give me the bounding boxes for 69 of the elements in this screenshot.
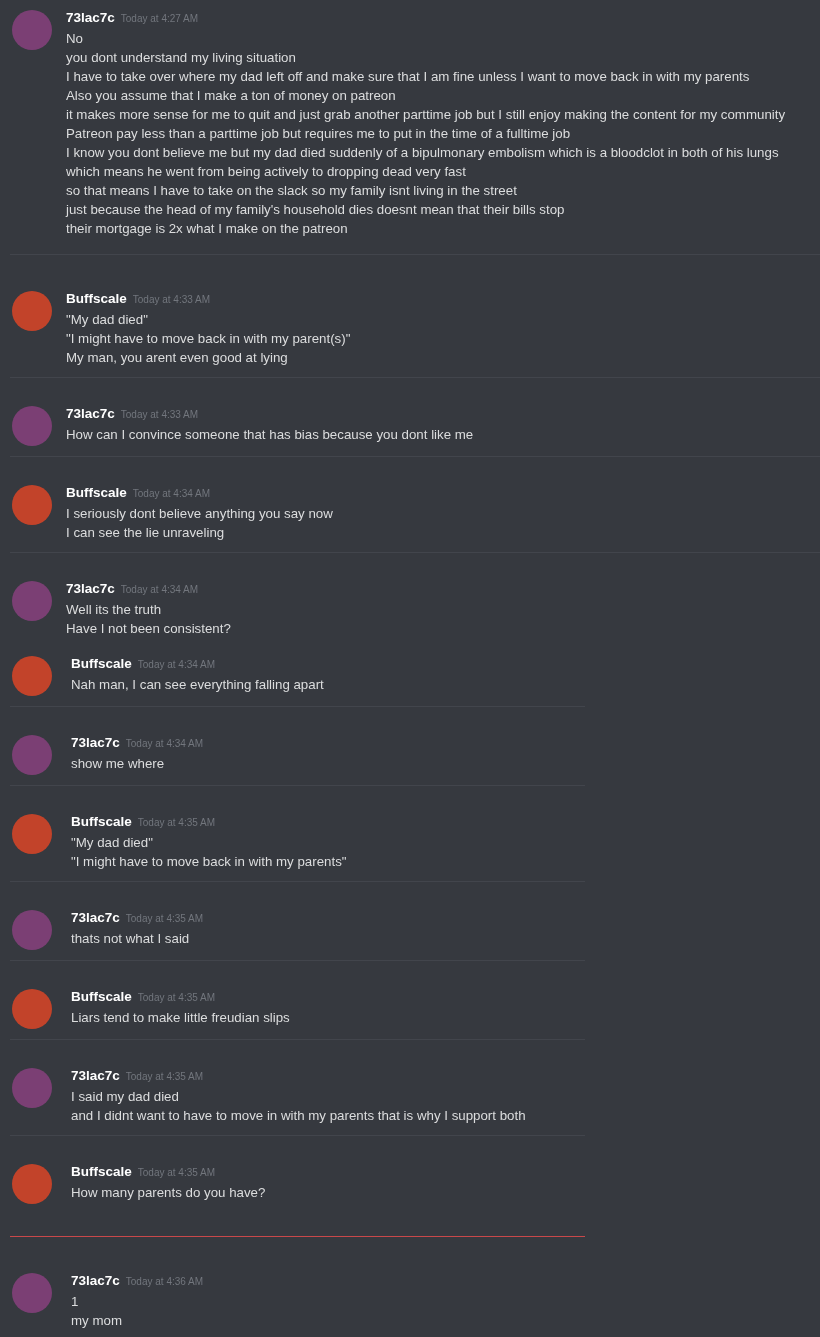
- message-text: Patreon pay less than a parttime job but requires me to put in the time of a fulltime job: [66, 125, 572, 143]
- username[interactable]: 73lac7c: [71, 1273, 120, 1288]
- avatar-icon[interactable]: [12, 814, 52, 854]
- message-text: "I might have to move back in with my parent(s)": [66, 330, 351, 348]
- avatar-icon[interactable]: [12, 656, 52, 696]
- message-text: I can see the lie unraveling: [66, 524, 226, 542]
- message-text: "I might have to move back in with my parents": [71, 853, 347, 871]
- timestamp: Today at 4:36 AM: [125, 1276, 204, 1287]
- message-text: which means he went from being actively to dropping dead very fast: [66, 163, 467, 181]
- message-text: their mortgage is 2x what I make on the patreon: [66, 220, 349, 238]
- username[interactable]: Buffscale: [71, 814, 132, 829]
- avatar-icon[interactable]: [12, 735, 52, 775]
- message-text: my mom: [71, 1312, 123, 1330]
- username[interactable]: 73lac7c: [71, 910, 120, 925]
- message-text: Well its the truth: [66, 601, 163, 619]
- message-text: Nah man, I can see everything falling apart: [71, 676, 324, 694]
- message-text: I seriously dont believe anything you say now: [66, 505, 333, 523]
- timestamp: Today at 4:34 AM: [137, 659, 216, 670]
- message-text: show me where: [71, 755, 166, 773]
- username[interactable]: 73lac7c: [66, 406, 115, 421]
- timestamp: Today at 4:35 AM: [137, 992, 216, 1003]
- message-text: just because the head of my family's household dies doesnt mean that their bills stop: [66, 201, 566, 219]
- timestamp: Today at 4:34 AM: [132, 488, 211, 499]
- timestamp: Today at 4:35 AM: [137, 1167, 216, 1178]
- timestamp: Today at 4:34 AM: [125, 738, 204, 749]
- message-text: I know you dont believe me but my dad died suddenly of a bipulmonary embolism which is a bloodclot in both of his lungs: [66, 144, 780, 162]
- avatar-icon[interactable]: [12, 1164, 52, 1204]
- username[interactable]: Buffscale: [71, 1164, 132, 1179]
- message-text: Also you assume that I make a ton of money on patreon: [66, 87, 397, 105]
- message-text: Liars tend to make little freudian slips: [71, 1009, 290, 1027]
- message-text: How can I convince someone that has bias because you dont like me: [66, 426, 474, 444]
- message-text: I have to take over where my dad left off and make sure that I am fine unless I want to move back in with my parents: [66, 68, 751, 86]
- avatar-icon[interactable]: [12, 406, 52, 446]
- username[interactable]: Buffscale: [71, 989, 132, 1004]
- message-text: Have I not been consistent?: [66, 620, 231, 638]
- username[interactable]: Buffscale: [66, 485, 127, 500]
- username[interactable]: 73lac7c: [71, 735, 120, 750]
- message-text: and I didnt want to have to move in with my parents that is why I support both: [71, 1107, 526, 1125]
- timestamp: Today at 4:35 AM: [125, 1071, 204, 1082]
- message-text: 1: [71, 1293, 80, 1311]
- message-text: it makes more sense for me to quit and just grab another parttime job but I still enjoy making the content for my community: [66, 106, 786, 124]
- message-text: so that means I have to take on the slack so my family isnt living in the street: [66, 182, 518, 200]
- avatar-icon[interactable]: [12, 910, 52, 950]
- message-text: "My dad died": [71, 834, 154, 852]
- timestamp: Today at 4:27 AM: [120, 13, 199, 24]
- avatar-icon[interactable]: [12, 1273, 52, 1313]
- avatar-icon[interactable]: [12, 1068, 52, 1108]
- timestamp: Today at 4:35 AM: [137, 817, 216, 828]
- avatar-icon[interactable]: [12, 485, 52, 525]
- username[interactable]: 73lac7c: [71, 1068, 120, 1083]
- avatar-icon[interactable]: [12, 10, 52, 50]
- avatar-icon[interactable]: [12, 989, 52, 1029]
- message-text: My man, you arent even good at lying: [66, 349, 289, 367]
- username[interactable]: 73lac7c: [66, 10, 115, 25]
- username[interactable]: Buffscale: [66, 291, 127, 306]
- avatar-icon[interactable]: [12, 291, 52, 331]
- message-text: How many parents do you have?: [71, 1184, 266, 1202]
- message-text: "My dad died": [66, 311, 149, 329]
- message-text: No: [66, 30, 84, 48]
- timestamp: Today at 4:33 AM: [120, 409, 199, 420]
- timestamp: Today at 4:33 AM: [132, 294, 211, 305]
- username[interactable]: Buffscale: [71, 656, 132, 671]
- timestamp: Today at 4:34 AM: [120, 584, 199, 595]
- timestamp: Today at 4:35 AM: [125, 913, 204, 924]
- avatar-icon[interactable]: [12, 581, 52, 621]
- message-text: thats not what I said: [71, 930, 191, 948]
- username[interactable]: 73lac7c: [66, 581, 115, 596]
- message-text: you dont understand my living situation: [66, 49, 297, 67]
- message-text: I said my dad died: [71, 1088, 180, 1106]
